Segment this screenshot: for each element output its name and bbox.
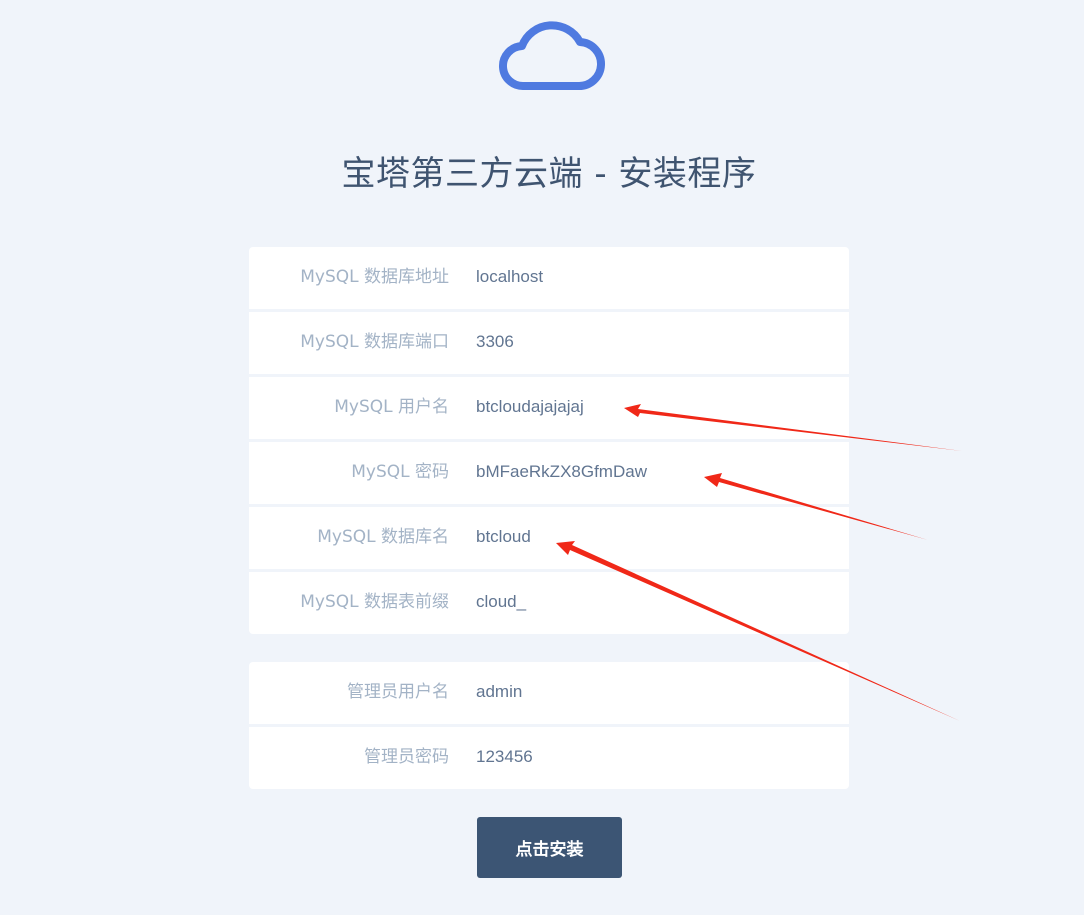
db-user-row: MySQL 用户名 bbox=[249, 377, 849, 442]
db-prefix-row: MySQL 数据表前缀 bbox=[249, 572, 849, 634]
db-prefix-input[interactable] bbox=[467, 585, 827, 619]
db-user-input[interactable] bbox=[467, 390, 827, 424]
admin-user-input[interactable] bbox=[467, 675, 827, 709]
db-port-input[interactable] bbox=[467, 325, 827, 359]
admin-user-row: 管理员用户名 bbox=[249, 662, 849, 727]
db-prefix-label: MySQL 数据表前缀 bbox=[300, 592, 449, 612]
page-title: 宝塔第三方云端 - 安装程序 bbox=[341, 154, 757, 194]
db-host-label: MySQL 数据库地址 bbox=[300, 267, 449, 287]
db-port-label: MySQL 数据库端口 bbox=[300, 332, 449, 352]
db-password-label: MySQL 密码 bbox=[351, 462, 449, 482]
admin-password-input[interactable] bbox=[467, 740, 827, 774]
db-password-row: MySQL 密码 bbox=[249, 442, 849, 507]
db-user-label: MySQL 用户名 bbox=[334, 397, 449, 417]
db-password-input[interactable] bbox=[467, 455, 827, 489]
db-host-input[interactable] bbox=[467, 260, 827, 294]
admin-password-label: 管理员密码 bbox=[364, 747, 449, 767]
admin-password-row: 管理员密码 bbox=[249, 727, 849, 789]
db-host-row: MySQL 数据库地址 bbox=[249, 247, 849, 312]
db-name-label: MySQL 数据库名 bbox=[317, 527, 449, 547]
database-settings-card: MySQL 数据库地址 MySQL 数据库端口 MySQL 用户名 MySQL … bbox=[249, 247, 849, 634]
admin-user-label: 管理员用户名 bbox=[347, 682, 449, 702]
db-port-row: MySQL 数据库端口 bbox=[249, 312, 849, 377]
db-name-input[interactable] bbox=[467, 520, 827, 554]
install-button[interactable]: 点击安装 bbox=[477, 817, 622, 878]
cloud-icon bbox=[498, 21, 605, 90]
db-name-row: MySQL 数据库名 bbox=[249, 507, 849, 572]
admin-settings-card: 管理员用户名 管理员密码 bbox=[249, 662, 849, 789]
